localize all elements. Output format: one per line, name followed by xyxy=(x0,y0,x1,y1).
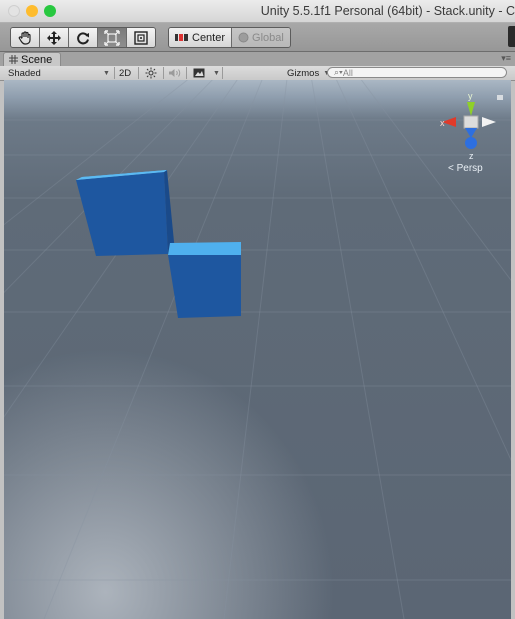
gizmo-x-label: x xyxy=(440,118,445,128)
rotate-tool-icon xyxy=(77,31,89,44)
scene-lighting-button[interactable] xyxy=(145,66,157,80)
pivot-center-label: Center xyxy=(192,31,226,44)
speaker-icon xyxy=(169,69,181,77)
scene-tab-strip: Scene ▾≡ xyxy=(0,52,515,66)
zoom-window-button[interactable] xyxy=(44,5,56,17)
shading-dropdown-arrow-icon[interactable]: ▼ xyxy=(103,66,110,80)
window-title-bar: Unity 5.5.1f1 Personal (64bit) - Stack.u… xyxy=(0,0,515,23)
rect-tool-icon xyxy=(134,30,148,45)
persp-chevron-icon: < xyxy=(448,163,454,174)
space-global-button[interactable]: Global xyxy=(231,28,290,47)
play-controls-edge[interactable] xyxy=(508,26,515,47)
window-title: Unity 5.5.1f1 Personal (64bit) - Stack.u… xyxy=(260,4,515,18)
image-effects-icon xyxy=(193,68,205,78)
close-window-button[interactable] xyxy=(8,5,20,17)
search-placeholder: All xyxy=(342,67,353,78)
scene-viewport[interactable]: y x z < Persp xyxy=(4,80,511,619)
scale-tool-icon xyxy=(104,29,120,46)
sun-icon xyxy=(145,67,157,79)
toggle-2d-label: 2D xyxy=(119,67,132,79)
scale-tool-button[interactable] xyxy=(98,28,127,47)
space-global-label: Global xyxy=(252,31,284,44)
move-tool-button[interactable] xyxy=(40,28,69,47)
rect-tool-button[interactable] xyxy=(127,28,155,47)
move-tool-icon xyxy=(47,30,61,45)
scene-effects-button[interactable] xyxy=(193,66,205,80)
scene-audio-button[interactable] xyxy=(168,66,182,80)
transform-tools xyxy=(10,27,156,48)
grid-icon xyxy=(9,55,18,64)
gizmo-y-label: y xyxy=(468,91,473,101)
scene-search-field[interactable]: ⌕▾ All xyxy=(327,67,507,78)
minimize-window-button[interactable] xyxy=(26,5,38,17)
toggle-2d-button[interactable]: 2D xyxy=(119,66,131,80)
rotate-tool-button[interactable] xyxy=(69,28,98,47)
pivot-toggle-group: Center Global xyxy=(168,27,291,48)
floor-highlight xyxy=(4,80,511,619)
gizmo-center-cube-icon[interactable] xyxy=(463,115,479,129)
gizmo-z-label: z xyxy=(469,151,474,161)
pivot-center-icon xyxy=(175,34,188,41)
gizmo-lock-icon[interactable] xyxy=(497,95,503,100)
shading-mode-label: Shaded xyxy=(8,67,41,79)
tab-scene-label: Scene xyxy=(21,53,53,66)
hand-tool-button[interactable] xyxy=(11,28,40,47)
hand-tool-icon xyxy=(18,30,31,45)
scene-render: y x z xyxy=(4,80,511,619)
projection-toggle[interactable]: < Persp xyxy=(448,163,483,174)
search-icon: ⌕▾ xyxy=(334,67,343,77)
globe-icon xyxy=(238,32,249,43)
scene-control-bar: Shaded ▼ 2D ▼ Gizmos ▼ ⌕▾ All xyxy=(0,66,515,81)
projection-label: Persp xyxy=(456,163,483,174)
blue-cube-2[interactable] xyxy=(168,242,241,318)
gizmos-label: Gizmos xyxy=(287,67,320,79)
tab-menu-icon[interactable]: ▾≡ xyxy=(501,53,511,64)
tab-scene[interactable]: Scene xyxy=(3,52,61,66)
shading-mode-dropdown[interactable]: Shaded xyxy=(8,66,41,80)
effects-dropdown-arrow-icon[interactable]: ▼ xyxy=(213,66,220,80)
main-toolbar: Center Global xyxy=(0,23,515,52)
pivot-center-button[interactable]: Center xyxy=(169,28,232,47)
gizmos-dropdown[interactable]: Gizmos ▼ xyxy=(287,66,330,80)
